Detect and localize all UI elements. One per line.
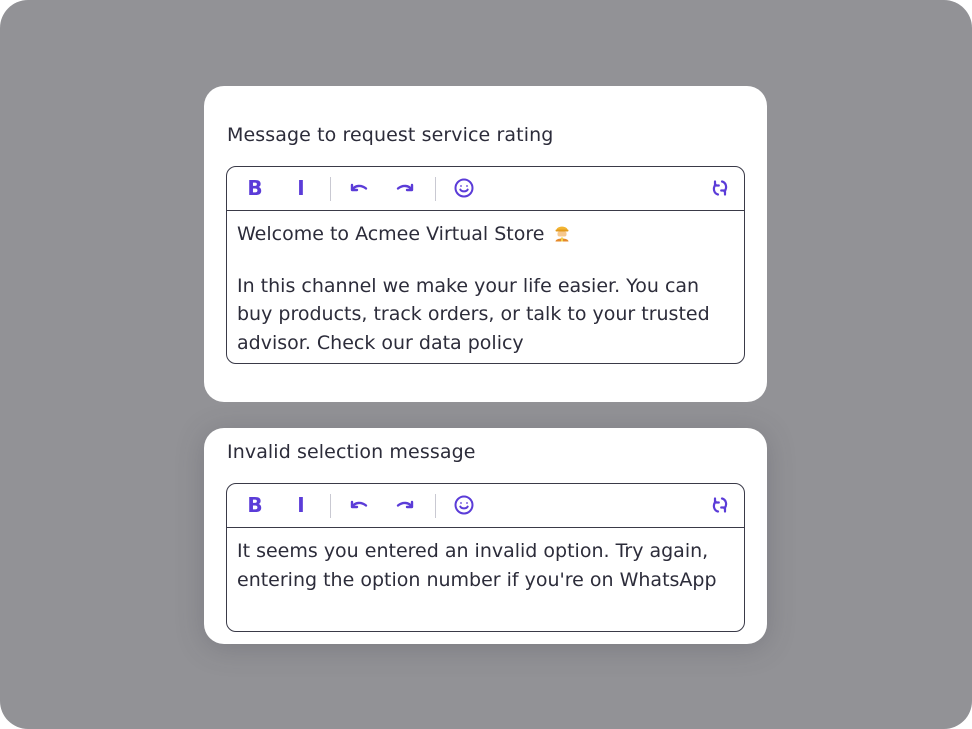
- undo-icon[interactable]: [345, 491, 373, 519]
- toolbar-divider: [330, 177, 331, 201]
- card-title: Message to request service rating: [227, 124, 554, 146]
- editor-content[interactable]: Welcome to Acmee Virtual Store In this c…: [237, 220, 736, 357]
- message-card-service-rating: Message to request service rating B I We…: [204, 86, 767, 402]
- construction-worker-emoji-icon: [553, 222, 571, 251]
- redo-icon[interactable]: [391, 174, 419, 202]
- message-paragraph: In this channel we make your life easier…: [237, 274, 710, 354]
- toolbar-divider: [435, 177, 436, 201]
- toolbar-divider: [435, 494, 436, 518]
- editor-content[interactable]: It seems you entered an invalid option. …: [237, 537, 736, 594]
- message-paragraph: Welcome to Acmee Virtual Store: [237, 220, 736, 251]
- message-paragraph: It seems you entered an invalid option. …: [237, 540, 717, 591]
- refresh-icon[interactable]: [706, 174, 734, 202]
- italic-button[interactable]: I: [287, 491, 315, 519]
- redo-icon[interactable]: [391, 491, 419, 519]
- refresh-icon[interactable]: [706, 491, 734, 519]
- bold-button[interactable]: B: [241, 174, 269, 202]
- rich-text-editor[interactable]: B I: [226, 166, 745, 364]
- message-text: Welcome to Acmee Virtual Store: [237, 223, 545, 245]
- editor-toolbar: B I: [227, 484, 744, 528]
- emoji-icon[interactable]: [450, 174, 478, 202]
- bold-button[interactable]: B: [241, 491, 269, 519]
- page-background: Message to request service rating B I We…: [0, 0, 972, 729]
- undo-icon[interactable]: [345, 174, 373, 202]
- rich-text-editor[interactable]: B I: [226, 483, 745, 632]
- toolbar-divider: [330, 494, 331, 518]
- message-card-invalid-selection: Invalid selection message B I It seems y…: [204, 428, 767, 644]
- italic-button[interactable]: I: [287, 174, 315, 202]
- card-title: Invalid selection message: [227, 441, 476, 463]
- emoji-icon[interactable]: [450, 491, 478, 519]
- editor-toolbar: B I: [227, 167, 744, 211]
